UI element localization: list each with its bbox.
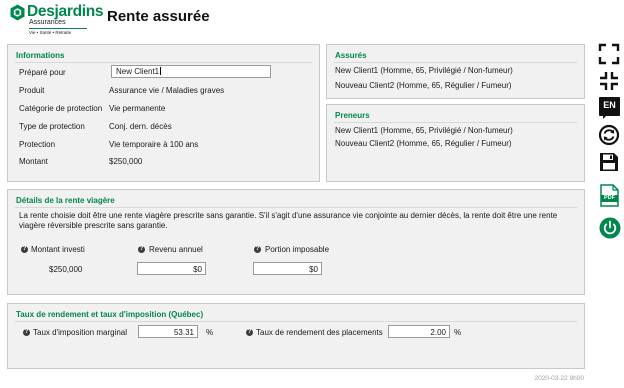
product-label: Produit <box>19 86 45 95</box>
category-label: Catégorie de protection <box>19 104 103 113</box>
invested-amount-value: $250,000 <box>49 265 83 274</box>
taxable-portion-input[interactable]: $0 <box>253 262 322 275</box>
informations-panel: Informations Préparé pour New Client1 Pr… <box>7 44 320 182</box>
brand-sub: Assurances <box>29 19 66 26</box>
coverage-type-label: Type de protection <box>19 122 85 131</box>
informations-title: Informations <box>16 51 65 60</box>
page-title: Rente assurée <box>107 8 210 25</box>
amount-value: $250,000 <box>109 157 143 166</box>
desjardins-hexagon-icon <box>10 4 25 21</box>
expand-icon[interactable] <box>598 43 620 65</box>
prepared-for-label: Préparé pour <box>19 68 66 77</box>
annual-income-input[interactable]: $0 <box>137 262 206 275</box>
help-icon[interactable]: ? <box>23 329 30 336</box>
protection-label: Protection <box>19 140 56 149</box>
help-icon[interactable]: ? <box>246 329 253 336</box>
text-cursor <box>160 67 162 75</box>
save-icon[interactable] <box>598 151 620 173</box>
prepared-for-input[interactable]: New Client1 <box>111 65 271 78</box>
language-toggle-button[interactable]: EN <box>599 97 620 119</box>
pdf-label: PDF <box>604 195 615 201</box>
marginal-tax-input[interactable]: 53.31 <box>138 325 198 338</box>
refresh-icon[interactable] <box>598 124 620 146</box>
rates-title: Taux de rendement et taux d'imposition (… <box>16 310 204 319</box>
invested-amount-label: Montant investi <box>31 245 85 254</box>
help-icon[interactable]: ? <box>138 246 145 253</box>
panel-divider <box>15 207 577 208</box>
taxable-portion-label: Portion imposable <box>265 245 330 254</box>
policyholder-item: New Client1 (Homme, 65, Privilégié / Non… <box>335 126 513 135</box>
marginal-tax-label: Taux d'imposition marginal <box>33 328 128 337</box>
percent-sign: % <box>206 328 214 337</box>
annuity-panel: Détails de la rente viagère La rente cho… <box>7 189 585 295</box>
desjardins-logo: Desjardins Assurances Vie • Santé • Retr… <box>10 3 104 37</box>
help-icon[interactable]: ? <box>21 246 28 253</box>
speech-tail <box>603 115 607 119</box>
brand-divider <box>29 28 87 29</box>
protection-value: Vie temporaire à 100 ans <box>109 140 199 149</box>
language-label: EN <box>603 100 616 110</box>
investment-return-input[interactable]: 2.00 <box>388 325 450 338</box>
panel-divider <box>334 62 577 63</box>
amount-label: Montant <box>19 157 48 166</box>
annual-income-label: Revenu annuel <box>149 245 203 254</box>
brand-tagline: Vie • Santé • Retraite <box>29 30 72 35</box>
insured-item: Nouveau Client2 (Homme, 65, Régulier / F… <box>335 81 512 90</box>
product-value: Assurance vie / Maladies graves <box>109 86 225 95</box>
preneurs-panel: Preneurs New Client1 (Homme, 65, Privilé… <box>326 104 585 182</box>
panel-divider <box>15 62 312 63</box>
rates-panel: Taux de rendement et taux d'imposition (… <box>7 303 585 369</box>
timestamp: 2020-03-22 9h00 <box>534 375 584 382</box>
assures-title: Assurés <box>335 51 367 60</box>
investment-return-label: Taux de rendement des placements <box>256 328 383 337</box>
help-icon[interactable]: ? <box>254 246 261 253</box>
assures-panel: Assurés New Client1 (Homme, 65, Privilég… <box>326 44 585 99</box>
category-value: Vie permanente <box>109 104 166 113</box>
preneurs-title: Preneurs <box>335 111 370 120</box>
collapse-icon[interactable] <box>598 70 620 92</box>
power-icon[interactable] <box>599 217 621 239</box>
annuity-title: Détails de la rente viagère <box>16 196 115 205</box>
percent-sign: % <box>454 328 462 337</box>
prepared-for-value: New Client1 <box>116 67 160 76</box>
annuity-description: La rente choisie doit être une rente via… <box>19 211 558 230</box>
coverage-type-value: Conj. dern. décès <box>109 122 172 131</box>
pdf-export-button[interactable]: PDF <box>600 184 619 207</box>
panel-divider <box>334 122 577 123</box>
insured-item: New Client1 (Homme, 65, Privilégié / Non… <box>335 66 513 75</box>
panel-divider <box>15 321 577 322</box>
policyholder-item: Nouveau Client2 (Homme, 65, Régulier / F… <box>335 139 512 148</box>
